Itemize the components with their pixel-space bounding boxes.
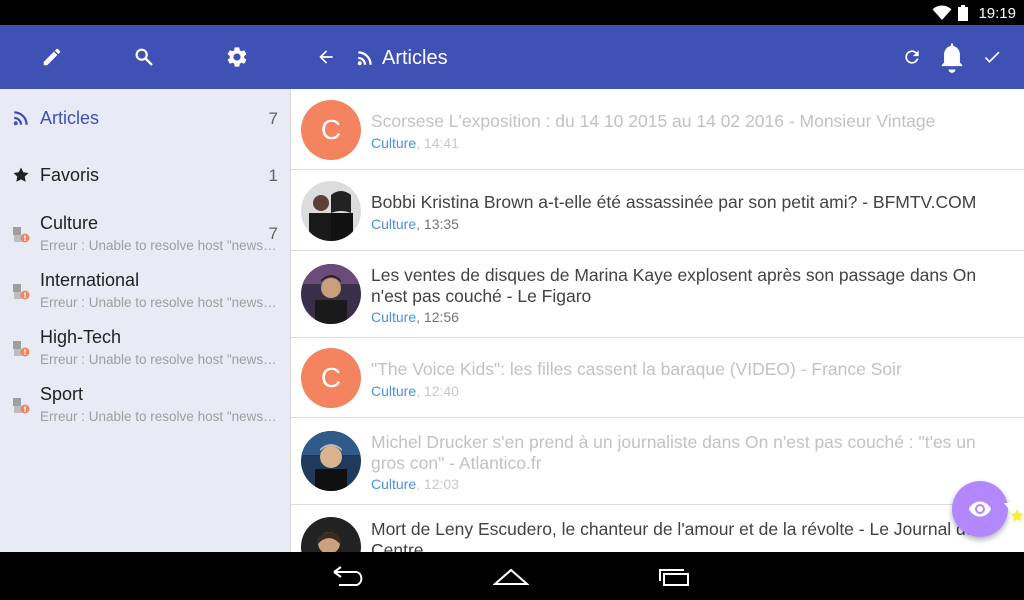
avatar: C	[301, 100, 361, 160]
drawer-item-count: 1	[268, 166, 278, 185]
nav-recents-button[interactable]	[650, 560, 698, 592]
nav-back-button[interactable]	[325, 560, 373, 592]
status-time: 19:19	[978, 4, 1016, 22]
avatar	[301, 517, 361, 552]
show-unread-fab[interactable]	[952, 481, 1008, 537]
drawer-item-label: Sport	[40, 384, 84, 404]
edit-button[interactable]	[32, 37, 72, 77]
feed-error-icon	[10, 394, 32, 416]
article-time: 12:56	[423, 309, 459, 325]
pencil-icon	[43, 48, 61, 66]
article-title: Scorsese L'exposition : du 14 10 2015 au…	[371, 111, 936, 131]
article-row[interactable]: Bobbi Kristina Brown a-t-elle été assass…	[291, 170, 1024, 251]
drawer-item-label: Favoris	[40, 165, 100, 185]
article-title: "The Voice Kids": les filles cassent la …	[371, 359, 902, 379]
article-category: Culture	[371, 309, 417, 325]
drawer-item-culture[interactable]: Culture Erreur : Unable to resolve host …	[0, 203, 290, 260]
navigation-drawer: Articles 7 Favoris 1 Culture Erreur : Un…	[0, 89, 290, 552]
nav-home-button[interactable]	[487, 560, 535, 592]
article-title: Les ventes de disques de Marina Kaye exp…	[371, 265, 977, 306]
drawer-item-international[interactable]: International Erreur : Unable to resolve…	[0, 260, 290, 317]
notifications-button[interactable]	[932, 37, 972, 77]
drawer-toolbar	[0, 25, 290, 89]
mark-all-read-button[interactable]	[972, 37, 1012, 77]
settings-button[interactable]	[217, 37, 257, 77]
settings-gear-icon	[227, 47, 247, 67]
drawer-item-count: 7	[268, 109, 278, 128]
drawer-item-articles[interactable]: Articles 7	[0, 89, 290, 146]
check-icon	[984, 51, 1000, 63]
drawer-item-label: Articles	[40, 108, 100, 128]
article-category: Culture	[371, 476, 417, 492]
bell-icon	[941, 43, 963, 73]
drawer-item-error: Erreur : Unable to resolve host "news.go…	[40, 238, 278, 253]
article-time: 12:40	[423, 383, 459, 399]
drawer-item-favoris[interactable]: Favoris 1	[0, 146, 290, 203]
article-title: Mort de Leny Escudero, le chanteur de l'…	[371, 519, 976, 552]
rss-icon	[10, 107, 32, 129]
drawer-item-error: Erreur : Unable to resolve host "news.go…	[40, 295, 278, 310]
drawer-item-label: High-Tech	[40, 327, 122, 347]
app-window: Articles Articles 7 Favoris 1 Culture Er…	[0, 25, 1024, 552]
article-title: Michel Drucker s'en prend à un journalis…	[371, 432, 976, 473]
drawer-item-label: Culture	[40, 213, 99, 233]
battery-icon	[958, 5, 969, 21]
avatar	[301, 181, 361, 241]
article-row[interactable]: C "The Voice Kids": les filles cassent l…	[291, 338, 1024, 418]
home-nav-icon	[493, 568, 529, 585]
article-category: Culture	[371, 135, 417, 151]
article-row[interactable]: Mort de Leny Escudero, le chanteur de l'…	[291, 505, 1024, 552]
drawer-item-count: 7	[268, 224, 278, 243]
wifi-icon	[932, 5, 952, 21]
article-category: Culture	[371, 383, 417, 399]
toolbar-title-group: Articles	[356, 43, 448, 73]
system-nav-bar	[0, 552, 1024, 600]
rss-icon	[357, 51, 372, 66]
eye-icon	[969, 501, 991, 517]
avatar	[301, 264, 361, 324]
feed-error-icon	[10, 280, 32, 302]
article-time: 12:03	[423, 476, 459, 492]
article-title: Bobbi Kristina Brown a-t-elle été assass…	[371, 192, 977, 212]
article-time: 14:41	[423, 135, 459, 151]
favorite-star-icon[interactable]	[1004, 503, 1024, 531]
recents-nav-icon	[659, 569, 689, 586]
article-row[interactable]: Michel Drucker s'en prend à un journalis…	[291, 418, 1024, 505]
article-row[interactable]: C Scorsese L'exposition : du 14 10 2015 …	[291, 89, 1024, 170]
refresh-button[interactable]	[892, 37, 932, 77]
back-nav-icon	[333, 566, 363, 586]
avatar: C	[301, 348, 361, 408]
back-button[interactable]	[306, 37, 346, 77]
drawer-item-error: Erreur : Unable to resolve host "news.go…	[40, 409, 278, 424]
drawer-item-label: International	[40, 270, 140, 290]
page-title: Articles	[382, 46, 448, 69]
main-toolbar: Articles	[290, 25, 1024, 89]
article-time: 13:35	[423, 216, 459, 232]
article-list: C Scorsese L'exposition : du 14 10 2015 …	[290, 89, 1024, 552]
article-row[interactable]: Les ventes de disques de Marina Kaye exp…	[291, 251, 1024, 338]
search-icon	[135, 48, 153, 66]
feed-error-icon	[10, 337, 32, 359]
drawer-item-sport[interactable]: Sport Erreur : Unable to resolve host "n…	[0, 374, 290, 431]
search-button[interactable]	[124, 37, 164, 77]
avatar	[301, 431, 361, 491]
refresh-icon	[905, 50, 919, 64]
feed-error-icon	[10, 223, 32, 245]
article-category: Culture	[371, 216, 417, 232]
status-bar: 19:19	[0, 0, 1024, 25]
drawer-item-high-tech[interactable]: High-Tech Erreur : Unable to resolve hos…	[0, 317, 290, 374]
star-icon	[10, 164, 32, 186]
back-arrow-icon	[319, 50, 333, 64]
drawer-item-error: Erreur : Unable to resolve host "news.go…	[40, 352, 278, 367]
